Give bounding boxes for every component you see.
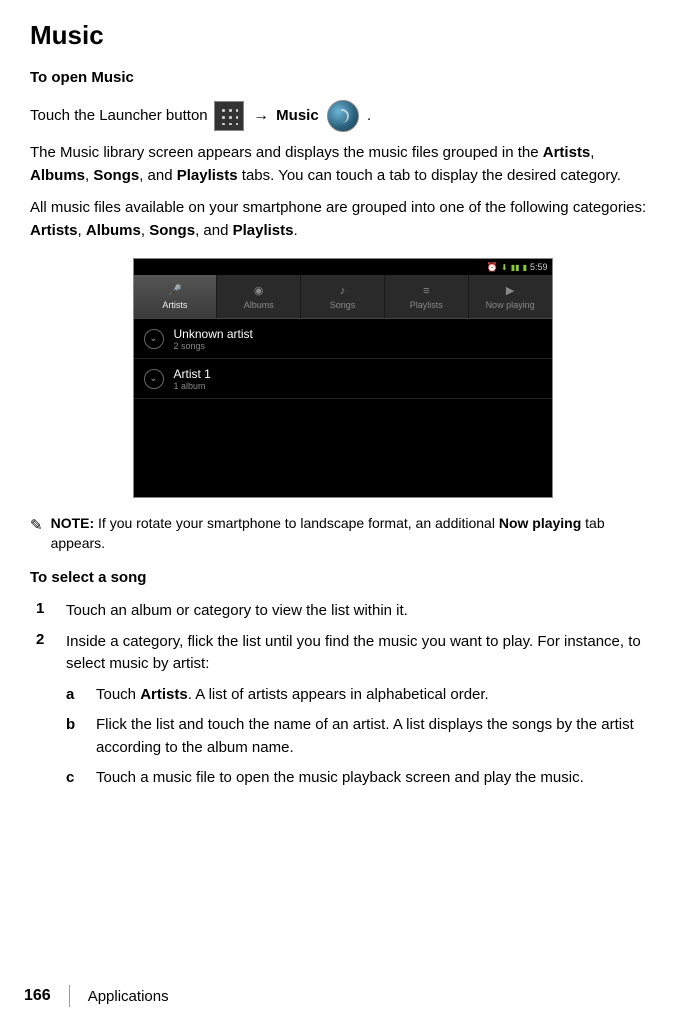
music-label: Music (276, 107, 319, 124)
substep-list: a Touch Artists. A list of artists appea… (66, 684, 655, 790)
list-icon: ≡ (418, 284, 434, 298)
text-segment: Touch (96, 686, 140, 703)
chevron-down-icon[interactable]: ⌄ (144, 329, 164, 349)
phone-screenshot: ⏰ ⬇ ▮▮ ▮ 5:59 🎤 Artists ◉ Albums ♪ Songs… (133, 258, 553, 498)
screenshot-container: ⏰ ⬇ ▮▮ ▮ 5:59 🎤 Artists ◉ Albums ♪ Songs… (30, 258, 655, 498)
select-song-heading: To select a song (30, 569, 655, 586)
step-1: 1 Touch an album or category to view the… (36, 600, 655, 623)
status-bar: ⏰ ⬇ ▮▮ ▮ 5:59 (134, 259, 552, 275)
substep-letter: a (66, 684, 80, 707)
row-text: Artist 1 1 album (174, 367, 211, 391)
music-icon (327, 100, 359, 132)
tab-albums[interactable]: ◉ Albums (217, 275, 301, 318)
note-icon: ♪ (334, 284, 350, 298)
tab-label: Songs (330, 300, 356, 310)
list-area: ⌄ Unknown artist 2 songs ⌄ Artist 1 1 al… (134, 319, 552, 497)
page-number: 166 (24, 987, 51, 1005)
tab-label: Now playing (486, 300, 535, 310)
note-text: NOTE: If you rotate your smartphone to l… (51, 514, 655, 553)
play-icon: ▶ (502, 284, 518, 298)
note-block: ✎ NOTE: If you rotate your smartphone to… (30, 514, 655, 553)
substep-content: Touch Artists. A list of artists appears… (96, 684, 489, 707)
text-segment: tabs. You can touch a tab to display the… (238, 167, 621, 184)
substep-c: c Touch a music file to open the music p… (66, 767, 655, 790)
categories-paragraph: All music files available on your smartp… (30, 197, 655, 242)
disc-icon: ◉ (251, 284, 267, 298)
open-music-heading: To open Music (30, 69, 655, 86)
pencil-icon: ✎ (30, 516, 43, 534)
artists-bold: Artists (30, 222, 78, 239)
step-number: 1 (36, 600, 50, 623)
battery-icon: ▮ (523, 263, 527, 272)
albums-bold: Albums (86, 222, 141, 239)
text-segment: All music files available on your smartp… (30, 199, 646, 216)
alarm-icon: ⏰ (487, 262, 498, 273)
open-music-instruction: Touch the Launcher button → Music . (30, 100, 655, 132)
tab-label: Artists (162, 300, 187, 310)
albums-bold: Albums (30, 167, 85, 184)
artists-bold: Artists (543, 144, 591, 161)
text-segment: . A list of artists appears in alphabeti… (188, 686, 489, 703)
download-icon: ⬇ (501, 263, 508, 272)
list-item[interactable]: ⌄ Unknown artist 2 songs (134, 319, 552, 359)
text-segment: . (367, 107, 371, 124)
songs-bold: Songs (93, 167, 139, 184)
library-paragraph: The Music library screen appears and dis… (30, 142, 655, 187)
page-footer: 166 Applications (24, 985, 169, 1007)
playlists-bold: Playlists (233, 222, 294, 239)
row-title: Artist 1 (174, 367, 211, 381)
tab-now-playing[interactable]: ▶ Now playing (469, 275, 552, 318)
artists-bold: Artists (140, 686, 188, 703)
note-label: NOTE: (51, 515, 95, 531)
substep-content: Flick the list and touch the name of an … (96, 714, 655, 759)
text-segment: Inside a category, flick the list until … (66, 633, 641, 673)
songs-bold: Songs (149, 222, 195, 239)
text-segment: , and (139, 167, 177, 184)
step-content: Touch an album or category to view the l… (66, 600, 408, 623)
arrow-icon: → (253, 107, 269, 124)
text-segment: Touch the Launcher button (30, 107, 212, 124)
text-segment: The Music library screen appears and dis… (30, 144, 543, 161)
tab-label: Albums (244, 300, 274, 310)
row-title: Unknown artist (174, 327, 253, 341)
tab-label: Playlists (410, 300, 443, 310)
substep-letter: b (66, 714, 80, 759)
page-title: Music (30, 20, 655, 51)
playlists-bold: Playlists (177, 167, 238, 184)
text-segment: , (78, 222, 86, 239)
text-segment: , (141, 222, 149, 239)
status-time: 5:59 (530, 262, 548, 272)
step-content: Inside a category, flick the list until … (66, 631, 655, 798)
launcher-icon (214, 101, 244, 131)
text-segment: , and (195, 222, 233, 239)
tab-songs[interactable]: ♪ Songs (301, 275, 385, 318)
tab-artists[interactable]: 🎤 Artists (134, 275, 218, 318)
signal-icon: ▮▮ (511, 263, 520, 272)
mic-icon: 🎤 (167, 284, 183, 298)
row-subtitle: 2 songs (174, 341, 253, 351)
text-segment: , (590, 144, 594, 161)
tab-playlists[interactable]: ≡ Playlists (385, 275, 469, 318)
now-playing-bold: Now playing (499, 515, 581, 531)
step-list: 1 Touch an album or category to view the… (36, 600, 655, 798)
footer-divider (69, 985, 70, 1007)
chevron-down-icon[interactable]: ⌄ (144, 369, 164, 389)
footer-section: Applications (88, 988, 169, 1005)
list-item[interactable]: ⌄ Artist 1 1 album (134, 359, 552, 399)
text-segment: If you rotate your smartphone to landsca… (94, 515, 499, 531)
row-subtitle: 1 album (174, 381, 211, 391)
step-number: 2 (36, 631, 50, 798)
text-segment: . (293, 222, 297, 239)
step-2: 2 Inside a category, flick the list unti… (36, 631, 655, 798)
substep-a: a Touch Artists. A list of artists appea… (66, 684, 655, 707)
substep-letter: c (66, 767, 80, 790)
substep-b: b Flick the list and touch the name of a… (66, 714, 655, 759)
substep-content: Touch a music file to open the music pla… (96, 767, 584, 790)
row-text: Unknown artist 2 songs (174, 327, 253, 351)
tab-row: 🎤 Artists ◉ Albums ♪ Songs ≡ Playlists ▶… (134, 275, 552, 319)
